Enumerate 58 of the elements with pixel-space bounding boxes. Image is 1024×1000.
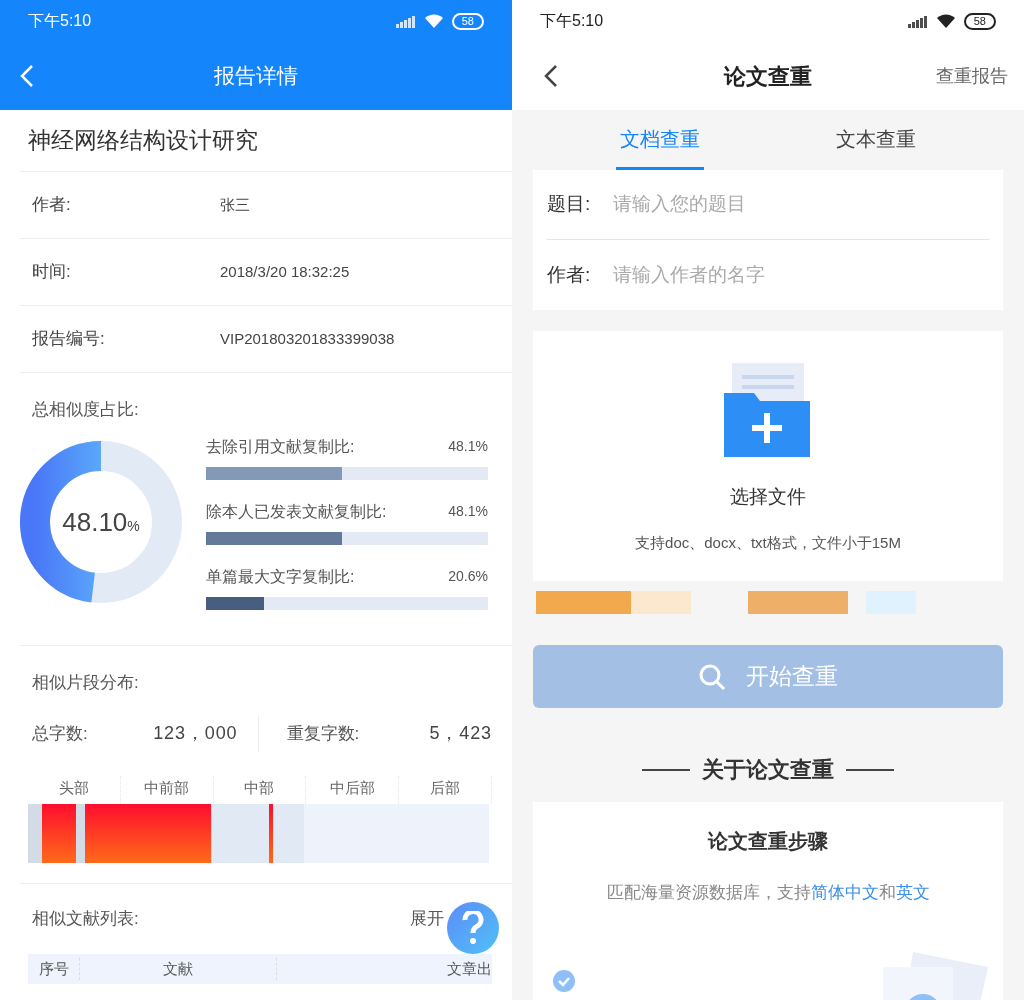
folder-add-icon <box>724 363 812 459</box>
page-title: 报告详情 <box>214 63 298 90</box>
ratio-value: 48.1% <box>448 437 488 456</box>
check-icon <box>553 970 575 992</box>
help-button[interactable] <box>447 902 499 954</box>
stat-value: 123，000 <box>153 722 238 745</box>
report-link[interactable]: 查重报告 <box>936 62 1008 90</box>
page-title: 论文查重 <box>724 62 812 91</box>
back-icon[interactable] <box>544 64 558 88</box>
section-label: 相似片段分布: <box>32 673 139 692</box>
field-label: 作者: <box>547 262 592 287</box>
status-time: 下午5:10 <box>540 11 604 31</box>
signal-icon <box>907 14 928 28</box>
segment-label: 中前部 <box>144 778 190 796</box>
tab[interactable]: 文本查重 <box>832 110 920 170</box>
wifi-icon <box>423 13 444 29</box>
info-label: 作者: <box>32 194 72 217</box>
battery-icon: 58 <box>963 12 996 30</box>
signal-icon <box>395 14 416 28</box>
info-value: 2018/3/20 18:32:25 <box>220 261 350 282</box>
upload-card[interactable]: 选择文件 支持doc、docx、txt格式，文件小于15M <box>533 331 1003 581</box>
ratio-label: 去除引用文献复制比: <box>206 436 355 457</box>
upload-hint: 支持doc、docx、txt格式，文件小于15M <box>635 532 901 553</box>
info-value: 张三 <box>220 194 250 215</box>
status-time: 下午5:10 <box>28 11 92 31</box>
wifi-icon <box>935 13 956 29</box>
segment-label: 头部 <box>58 778 89 796</box>
segment-label: 中后部 <box>329 778 375 796</box>
search-icon <box>698 662 726 691</box>
stat-value: 5，423 <box>429 722 492 745</box>
help-icon <box>462 911 484 945</box>
report-title: 神经网络结构设计研究 <box>27 126 258 156</box>
info-label: 时间: <box>32 261 72 284</box>
segment-label: 中部 <box>244 778 275 796</box>
stat-label: 总字数: <box>32 722 88 745</box>
battery-icon: 58 <box>451 12 484 30</box>
expand-link[interactable]: 展开 <box>410 906 444 932</box>
ratio-label: 单篇最大文字复制比: <box>206 566 355 587</box>
card-title: 论文查重步骤 <box>708 829 828 854</box>
section-label: 相似文献列表: <box>32 908 139 931</box>
ratio-label: 除本人已发表文献复制比: <box>206 501 387 522</box>
info-label: 报告编号: <box>32 328 106 351</box>
input-field[interactable]: 请输入作者的名字 <box>613 260 989 290</box>
card-text: 匹配海量资源数据库，支持简体中文和英文 <box>606 882 930 904</box>
upload-title: 选择文件 <box>730 485 806 509</box>
section-label: 总相似度占比: <box>32 400 139 419</box>
field-label: 题目: <box>547 192 592 217</box>
ratio-value: 20.6% <box>448 567 488 586</box>
ratio-value: 48.1% <box>448 502 488 521</box>
stat-label: 重复字数: <box>286 722 360 745</box>
info-value: VIP201803201833399038 <box>220 328 395 349</box>
column-header: 文献 <box>80 957 277 981</box>
column-header: 序号 <box>28 957 80 981</box>
column-header: 文章出 <box>446 958 492 979</box>
input-field[interactable]: 请输入您的题目 <box>613 190 989 219</box>
section-heading: 关于论文查重 <box>702 756 834 784</box>
segment-label: 后部 <box>430 778 461 796</box>
donut-value: 48.10% <box>62 505 140 539</box>
